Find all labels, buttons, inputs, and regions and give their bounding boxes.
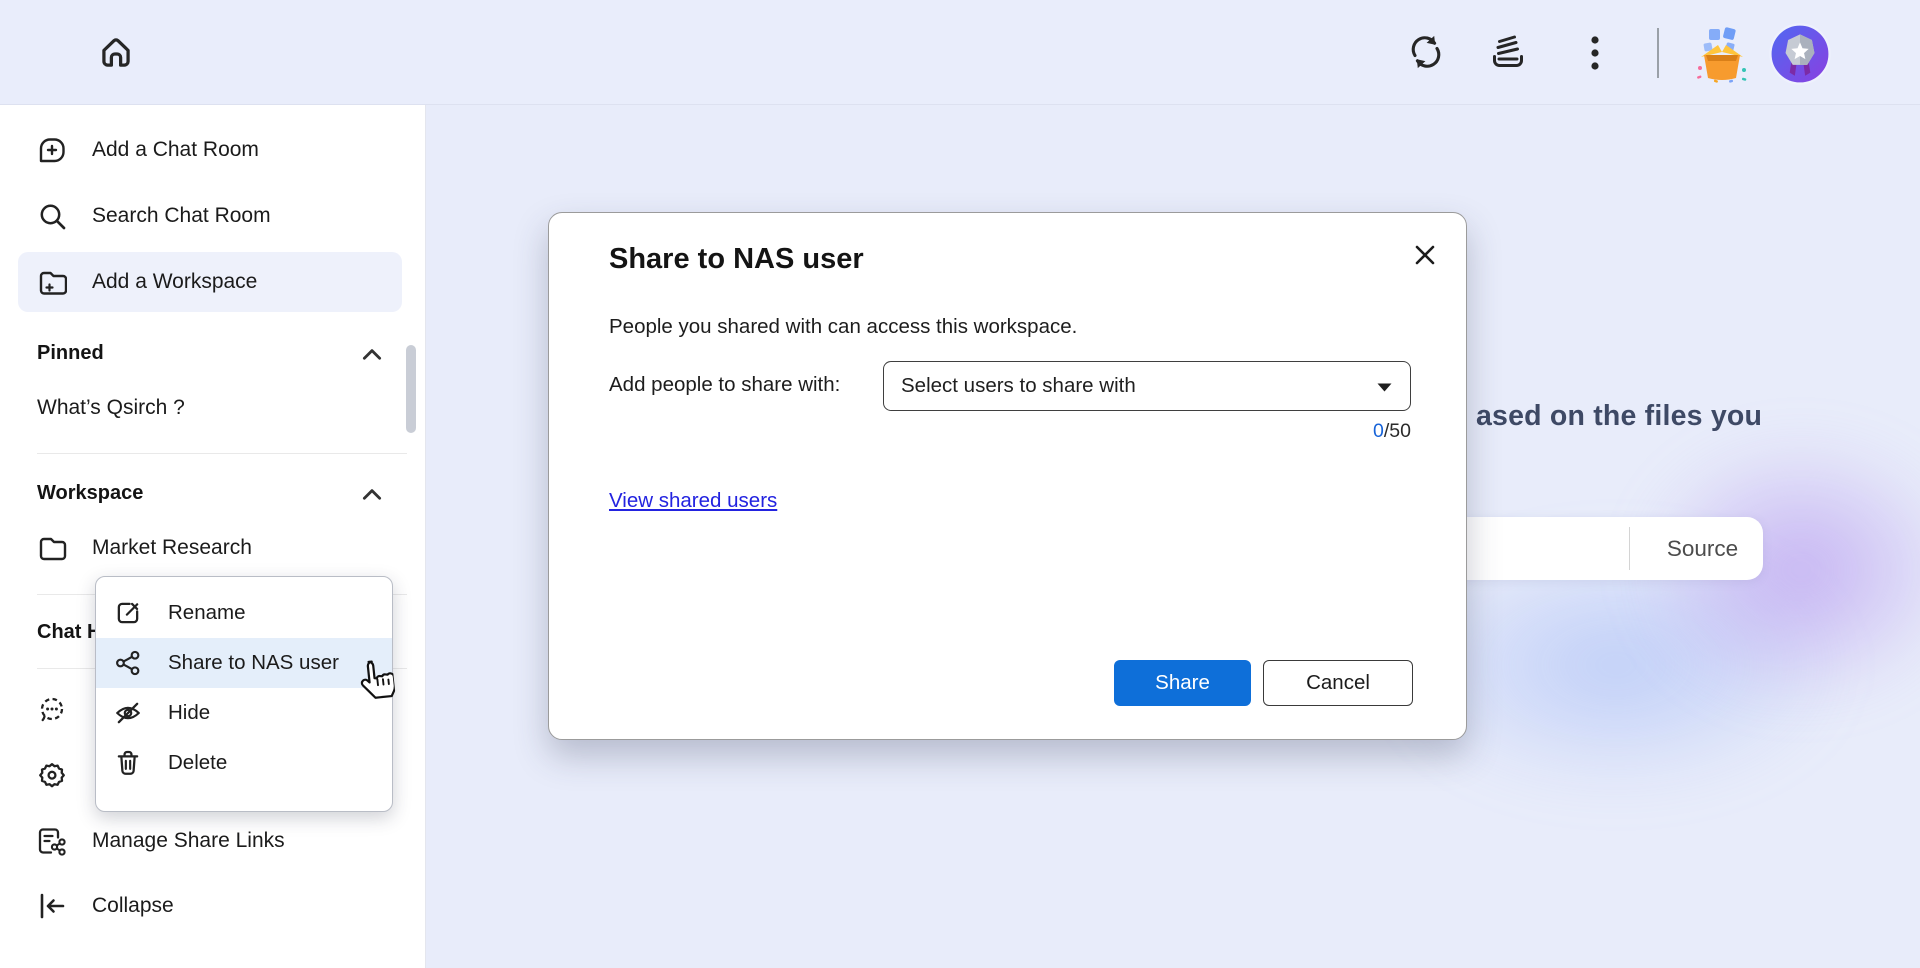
kebab-menu-icon — [1577, 31, 1613, 75]
share-button[interactable]: Share — [1114, 660, 1251, 706]
rename-icon — [114, 599, 142, 627]
home-button[interactable] — [88, 25, 144, 81]
sidebar-item-label: Manage Share Links — [92, 829, 285, 853]
close-icon — [1412, 242, 1438, 268]
topbar-divider — [1657, 28, 1659, 78]
chat-plus-icon — [37, 135, 67, 165]
folder-plus-icon — [37, 267, 67, 297]
menu-item-label: Rename — [168, 601, 246, 625]
user-count-indicator: 0/50 — [1211, 420, 1411, 443]
section-header-workspace: Workspace — [37, 482, 143, 505]
sidebar-item-add-chat-room[interactable]: Add a Chat Room — [0, 122, 426, 178]
sidebar-item-collapse[interactable]: Collapse — [0, 878, 426, 934]
account-badge-avatar-icon — [1769, 23, 1831, 85]
workspace-context-menu: Rename Share to NAS user Hide Delete — [95, 576, 393, 812]
share-icon — [114, 649, 142, 677]
menu-item-label: Share to NAS user — [168, 651, 339, 675]
menu-item-hide[interactable]: Hide — [96, 688, 392, 738]
whats-new-button[interactable] — [1690, 22, 1754, 86]
source-button[interactable]: Source — [1642, 517, 1763, 580]
workspace-headline-fragment: ased on the files you — [1476, 400, 1762, 433]
menu-item-share-to-nas-user[interactable]: Share to NAS user — [96, 638, 392, 688]
dropdown-placeholder: Select users to share with — [901, 374, 1136, 398]
select-users-dropdown[interactable]: Select users to share with — [883, 361, 1411, 411]
search-icon — [37, 201, 67, 231]
input-bar-divider — [1629, 527, 1630, 570]
home-icon — [95, 32, 137, 74]
cancel-button[interactable]: Cancel — [1263, 660, 1413, 706]
hide-icon — [114, 699, 142, 727]
sidebar: Add a Chat Room Search Chat Room Add a W… — [0, 105, 426, 968]
sidebar-item-label: Add a Workspace — [92, 270, 257, 294]
chevron-down-icon — [1377, 383, 1392, 392]
share-with-label: Add people to share with: — [609, 373, 840, 397]
sidebar-item-label: Collapse — [92, 894, 174, 918]
whats-new-icon — [1692, 24, 1752, 84]
sidebar-item-add-workspace[interactable]: Add a Workspace — [0, 254, 426, 310]
close-button[interactable] — [1405, 235, 1445, 275]
dialog-description: People you shared with can access this w… — [609, 315, 1077, 339]
collapse-icon — [37, 891, 67, 921]
menu-item-delete[interactable]: Delete — [96, 738, 392, 788]
folder-icon — [37, 533, 67, 563]
sidebar-item-label: Add a Chat Room — [92, 138, 259, 162]
chevron-up-icon[interactable] — [360, 483, 384, 507]
topbar — [0, 0, 1920, 105]
sidebar-item-market-research[interactable]: Market Research — [0, 520, 426, 576]
menu-item-rename[interactable]: Rename — [96, 588, 392, 638]
section-header-pinned: Pinned — [37, 342, 104, 365]
sidebar-item-manage-share-links[interactable]: Manage Share Links — [0, 813, 426, 869]
menu-item-label: Hide — [168, 701, 210, 725]
chevron-up-icon[interactable] — [360, 343, 384, 367]
sidebar-item-search-chat-room[interactable]: Search Chat Room — [0, 188, 426, 244]
collections-button[interactable] — [1484, 28, 1532, 76]
sidebar-item-whats-qsirch[interactable]: What’s Qsirch ? — [0, 380, 426, 436]
pinned-item-label: What’s Qsirch ? — [37, 396, 185, 420]
more-options-button[interactable] — [1575, 30, 1615, 76]
menu-item-label: Delete — [168, 751, 227, 775]
refresh-button[interactable] — [1402, 28, 1450, 76]
sidebar-divider — [37, 453, 407, 454]
dashed-chat-bubble-icon — [37, 695, 67, 725]
refresh-icon — [1404, 30, 1448, 74]
share-links-icon — [37, 826, 67, 856]
gear-icon — [37, 761, 67, 791]
sidebar-item-label: Market Research — [92, 536, 252, 560]
qsirch-app: ased on the files you Source — [0, 0, 1920, 968]
sidebar-item-label: Search Chat Room — [92, 204, 271, 228]
share-to-nas-user-dialog: Share to NAS user People you shared with… — [548, 212, 1467, 740]
count-current: 0 — [1373, 420, 1384, 442]
collections-icon — [1486, 30, 1530, 74]
count-max: /50 — [1384, 420, 1411, 442]
delete-icon — [114, 749, 142, 777]
dialog-title: Share to NAS user — [609, 243, 864, 276]
view-shared-users-link[interactable]: View shared users — [609, 489, 777, 513]
account-avatar[interactable] — [1768, 22, 1832, 86]
